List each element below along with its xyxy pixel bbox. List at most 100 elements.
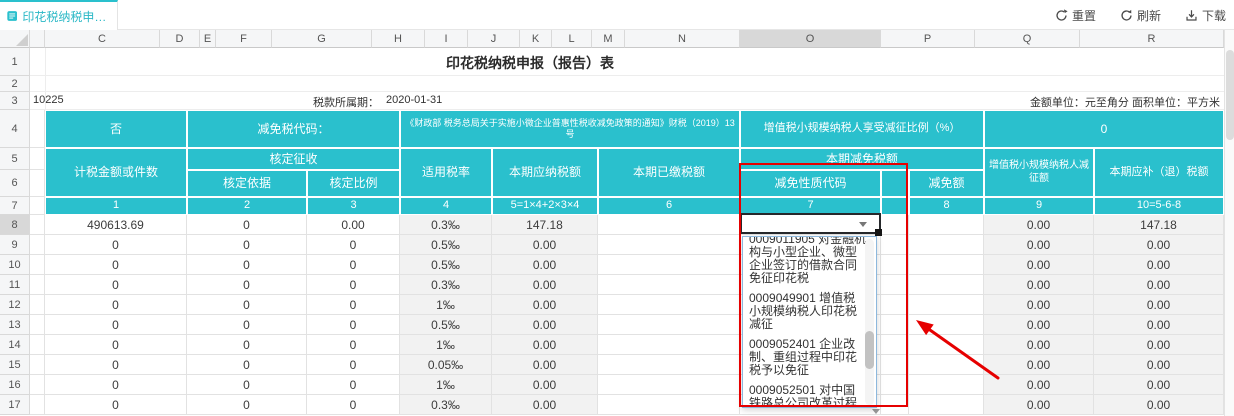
cell-r8-c5[interactable]: 147.18: [492, 215, 598, 235]
cell-r12-c9[interactable]: 0.00: [984, 295, 1094, 315]
cell-r13-c3[interactable]: 0: [307, 315, 400, 335]
cell-r16-c4[interactable]: 1‰: [400, 375, 492, 395]
cell-r14-c1[interactable]: 0: [45, 335, 187, 355]
refresh-button[interactable]: 刷新: [1120, 7, 1161, 24]
column-header-D[interactable]: D: [160, 30, 200, 48]
tab-stamp-tax-report[interactable]: 印花税纳税申报（报...: [0, 0, 118, 30]
row-header-6[interactable]: 6: [0, 170, 30, 197]
column-header-P[interactable]: P: [881, 30, 975, 48]
cell-r17-c8[interactable]: [909, 395, 984, 415]
cell-r14-cs[interactable]: [881, 335, 909, 355]
row-header-8[interactable]: 8: [0, 215, 30, 235]
cell-r10-c8[interactable]: [909, 255, 984, 275]
row-header-1[interactable]: 1: [0, 48, 30, 76]
column-header-J[interactable]: J: [468, 30, 520, 48]
column-header-Q[interactable]: Q: [975, 30, 1080, 48]
cell-r11-c6[interactable]: [598, 275, 740, 295]
cell-r16-c9[interactable]: 0.00: [984, 375, 1094, 395]
column-header-L[interactable]: L: [552, 30, 592, 48]
select-all-corner[interactable]: [0, 30, 30, 48]
cell-r11-c10[interactable]: 0.00: [1094, 275, 1224, 295]
cell-r11-c2[interactable]: 0: [187, 275, 307, 295]
cell-r16-c3[interactable]: 0: [307, 375, 400, 395]
cell-r16-c8[interactable]: [909, 375, 984, 395]
column-header-F[interactable]: F: [216, 30, 272, 48]
cell-r14-c10[interactable]: 0.00: [1094, 335, 1224, 355]
cell-r12-c10[interactable]: 0.00: [1094, 295, 1224, 315]
column-header-I[interactable]: I: [425, 30, 468, 48]
cell-r17-c9[interactable]: 0.00: [984, 395, 1094, 415]
cell-r9-c1[interactable]: 0: [45, 235, 187, 255]
cell-r10-c6[interactable]: [598, 255, 740, 275]
row-header-3[interactable]: 3: [0, 92, 30, 110]
row-header-12[interactable]: 12: [0, 295, 30, 315]
cell-r8-c10[interactable]: 147.18: [1094, 215, 1224, 235]
column-header-C[interactable]: C: [45, 30, 160, 48]
cell-r17-c10[interactable]: 0.00: [1094, 395, 1224, 415]
cell-r8-c8[interactable]: [909, 215, 984, 235]
cell-r12-c5[interactable]: 0.00: [492, 295, 598, 315]
row-header-5[interactable]: 5: [0, 148, 30, 170]
cell-r8-c9[interactable]: 0.00: [984, 215, 1094, 235]
cell-r12-c4[interactable]: 1‰: [400, 295, 492, 315]
cell-r16-c10[interactable]: 0.00: [1094, 375, 1224, 395]
cell-r14-c4[interactable]: 1‰: [400, 335, 492, 355]
cell-r17-c4[interactable]: 0.3‰: [400, 395, 492, 415]
cell-r10-c5[interactable]: 0.00: [492, 255, 598, 275]
download-button[interactable]: 下载: [1185, 7, 1226, 24]
reset-button[interactable]: 重置: [1055, 7, 1096, 24]
cell-r17-c6[interactable]: [598, 395, 740, 415]
cell-r15-c5[interactable]: 0.00: [492, 355, 598, 375]
cell-r15-c4[interactable]: 0.05‰: [400, 355, 492, 375]
dropdown-option-2[interactable]: 0009049901 增值税小规模纳税人印花税减征: [749, 292, 867, 331]
cell-r14-c3[interactable]: 0: [307, 335, 400, 355]
dropdown-option-3[interactable]: 0009052401 企业改制、重组过程中印花税予以免征: [749, 338, 867, 377]
cell-r13-c2[interactable]: 0: [187, 315, 307, 335]
cell-r14-c5[interactable]: 0.00: [492, 335, 598, 355]
vertical-scrollbar[interactable]: [1224, 30, 1234, 416]
dropdown-scrollbar[interactable]: [865, 239, 874, 405]
cell-r16-cs[interactable]: [881, 375, 909, 395]
column-header-G[interactable]: G: [272, 30, 372, 48]
cell-r12-c3[interactable]: 0: [307, 295, 400, 315]
cell-r16-c2[interactable]: 0: [187, 375, 307, 395]
cell-r11-cs[interactable]: [881, 275, 909, 295]
cell-r9-c9[interactable]: 0.00: [984, 235, 1094, 255]
cell-r13-c6[interactable]: [598, 315, 740, 335]
cell-r10-c4[interactable]: 0.5‰: [400, 255, 492, 275]
column-header-E[interactable]: E: [200, 30, 216, 48]
column-header-O[interactable]: O: [740, 30, 881, 48]
cell-r11-c3[interactable]: 0: [307, 275, 400, 295]
cell-r16-c6[interactable]: [598, 375, 740, 395]
cell-r15-c10[interactable]: 0.00: [1094, 355, 1224, 375]
cell-r10-cs[interactable]: [881, 255, 909, 275]
column-header-N[interactable]: N: [625, 30, 740, 48]
row-header-11[interactable]: 11: [0, 275, 30, 295]
cell-r10-c10[interactable]: 0.00: [1094, 255, 1224, 275]
dropdown-option-4[interactable]: 0009052501 对中国铁路总公司改革过程中涉及的印花税予以免征: [749, 384, 867, 408]
cell-r9-c2[interactable]: 0: [187, 235, 307, 255]
cell-r9-c8[interactable]: [909, 235, 984, 255]
cell-r13-c10[interactable]: 0.00: [1094, 315, 1224, 335]
column-header-M[interactable]: M: [592, 30, 625, 48]
row-header-2[interactable]: 2: [0, 76, 30, 92]
cell-r8-c1[interactable]: 490613.69: [45, 215, 187, 235]
cell-r12-c8[interactable]: [909, 295, 984, 315]
cell-r13-c4[interactable]: 0.5‰: [400, 315, 492, 335]
row-header-16[interactable]: 16: [0, 375, 30, 395]
cell-r11-c9[interactable]: 0.00: [984, 275, 1094, 295]
cell-r10-c9[interactable]: 0.00: [984, 255, 1094, 275]
row-header-4[interactable]: 4: [0, 110, 30, 148]
cell-r9-c4[interactable]: 0.5‰: [400, 235, 492, 255]
vertical-scrollbar-thumb[interactable]: [1226, 50, 1234, 140]
row-header-10[interactable]: 10: [0, 255, 30, 275]
cell-r8-c4[interactable]: 0.3‰: [400, 215, 492, 235]
cell-r17-c1[interactable]: 0: [45, 395, 187, 415]
cell-r10-c1[interactable]: 0: [45, 255, 187, 275]
column-header-K[interactable]: K: [520, 30, 552, 48]
cell-r8-cs[interactable]: [881, 215, 909, 235]
row-header-14[interactable]: 14: [0, 335, 30, 355]
reduction-code-select[interactable]: [740, 213, 881, 234]
cell-r15-cs[interactable]: [881, 355, 909, 375]
cell-r15-c2[interactable]: 0: [187, 355, 307, 375]
